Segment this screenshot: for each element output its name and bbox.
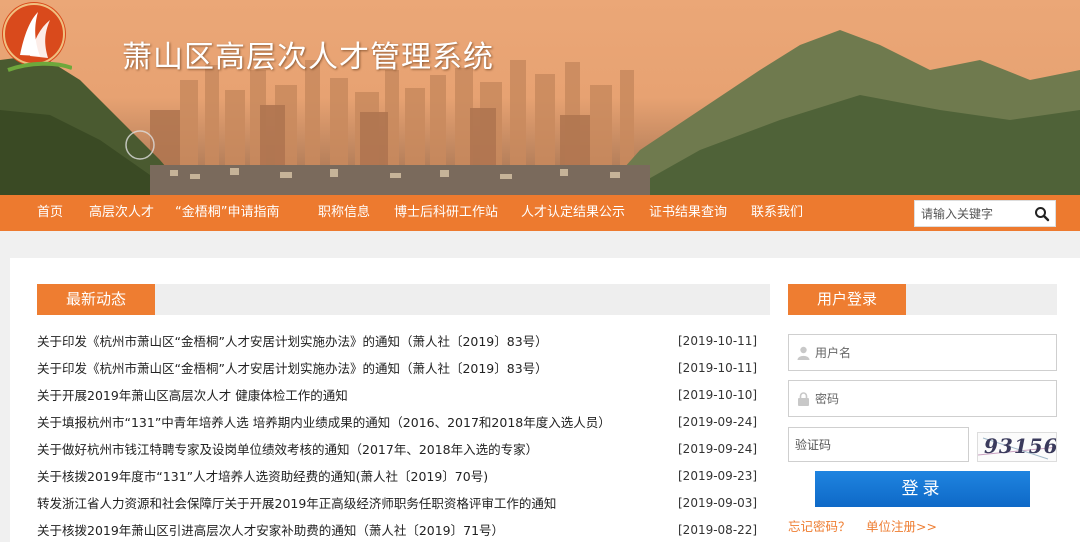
nav-item-postdoc-station[interactable]: 博士后科研工作站 [394,195,498,231]
news-list: 关于印发《杭州市萧山区“金梧桐”人才安居计划实施办法》的通知（萧人社〔2019〕… [37,328,757,542]
city-skyline-image [0,0,1080,195]
news-date: [2019-09-24] [678,415,758,429]
lock-icon [798,392,809,406]
nav-item-certificate-query[interactable]: 证书结果查询 [649,195,727,231]
news-title[interactable]: 关于核拨2019年萧山区引进高层次人才安家补助费的通知（萧人社〔2019〕71号… [37,517,504,542]
news-date: [2019-09-23] [678,469,758,483]
password-field [788,380,1057,417]
nav-item-certification-results[interactable]: 人才认定结果公示 [521,195,625,231]
news-title[interactable]: 关于填报杭州市“131”中青年培养人选 培养期内业绩成果的通知（2016、201… [37,409,611,436]
search-box [914,200,1056,227]
nav-item-title-info[interactable]: 职称信息 [318,195,370,231]
captcha-input[interactable] [795,428,965,461]
logo-icon [2,2,72,72]
list-item: 关于核拨2019年萧山区引进高层次人才安家补助费的通知（萧人社〔2019〕71号… [37,517,757,542]
news-date: [2019-08-22] [678,523,758,537]
news-date: [2019-09-03] [678,496,758,510]
nav-item-talents[interactable]: 高层次人才 [89,195,154,231]
news-title[interactable]: 转发浙江省人力资源和社会保障厅关于开展2019年正高级经济师职务任职资格评审工作… [37,490,556,517]
header-banner: 萧山区高层次人才管理系统 [0,0,1080,195]
news-date: [2019-10-11] [678,334,758,348]
user-icon [797,346,810,360]
login-button[interactable]: 登录 [815,471,1030,507]
register-link[interactable]: 单位注册>> [866,516,937,535]
news-date: [2019-10-10] [678,388,758,402]
search-icon[interactable] [1033,205,1051,223]
list-item: 转发浙江省人力资源和社会保障厅关于开展2019年正高级经济师职务任职资格评审工作… [37,490,757,517]
username-field [788,334,1057,371]
login-tab: 用户登录 [788,284,906,315]
news-tab[interactable]: 最新动态 [37,284,155,315]
captcha-field [788,427,969,462]
list-item: 关于填报杭州市“131”中青年培养人选 培养期内业绩成果的通知（2016、201… [37,409,757,436]
nav-item-home[interactable]: 首页 [37,195,63,231]
news-title[interactable]: 关于印发《杭州市萧山区“金梧桐”人才安居计划实施办法》的通知（萧人社〔2019〕… [37,328,548,355]
captcha-image[interactable]: 93156 [977,432,1057,462]
list-item: 关于开展2019年萧山区高层次人才 健康体检工作的通知 [2019-10-10] [37,382,757,409]
list-item: 关于印发《杭州市萧山区“金梧桐”人才安居计划实施办法》的通知（萧人社〔2019〕… [37,355,757,382]
nav-item-application-guide[interactable]: “金梧桐”申请指南 [175,195,279,231]
list-item: 关于核拨2019年度市“131”人才培养人选资助经费的通知(萧人社〔2019〕7… [37,463,757,490]
news-title[interactable]: 关于印发《杭州市萧山区“金梧桐”人才安居计划实施办法》的通知（萧人社〔2019〕… [37,355,548,382]
password-input[interactable] [815,381,1050,416]
news-title[interactable]: 关于核拨2019年度市“131”人才培养人选资助经费的通知(萧人社〔2019〕7… [37,463,488,490]
username-input[interactable] [815,335,1050,370]
forgot-password-link[interactable]: 忘记密码？ [788,516,851,535]
news-date: [2019-10-11] [678,361,758,375]
search-input[interactable] [915,201,1030,226]
news-date: [2019-09-24] [678,442,758,456]
list-item: 关于做好杭州市钱江特聘专家及设岗单位绩效考核的通知（2017年、2018年入选的… [37,436,757,463]
list-item: 关于印发《杭州市萧山区“金梧桐”人才安居计划实施办法》的通知（萧人社〔2019〕… [37,328,757,355]
news-title[interactable]: 关于做好杭州市钱江特聘专家及设岗单位绩效考核的通知（2017年、2018年入选的… [37,436,538,463]
nav-item-contact[interactable]: 联系我们 [751,195,803,231]
captcha-text: 93156 [984,434,1057,458]
news-title[interactable]: 关于开展2019年萧山区高层次人才 健康体检工作的通知 [37,382,348,409]
site-title: 萧山区高层次人才管理系统 [122,40,494,75]
